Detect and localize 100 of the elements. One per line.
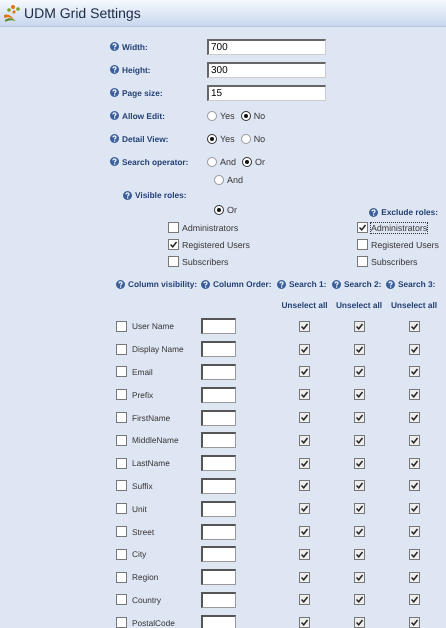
order-field[interactable]: [201, 569, 236, 586]
checkbox[interactable]: [408, 480, 420, 492]
order-field[interactable]: [201, 386, 236, 403]
unselect-all-link[interactable]: Unselect all: [390, 300, 438, 310]
checkbox[interactable]: [116, 320, 127, 332]
order-field[interactable]: [201, 500, 236, 517]
checkbox[interactable]: [299, 617, 310, 628]
checkbox[interactable]: [354, 412, 364, 424]
help-icon[interactable]: [332, 280, 341, 288]
checkbox[interactable]: [354, 526, 364, 538]
checkbox[interactable]: [116, 480, 127, 492]
order-field[interactable]: [201, 546, 236, 562]
checkbox[interactable]: [408, 617, 420, 628]
checkbox[interactable]: [116, 526, 127, 538]
checkbox[interactable]: [357, 239, 368, 250]
checkbox[interactable]: [116, 412, 127, 424]
radio-option[interactable]: No: [240, 134, 266, 144]
checkbox[interactable]: [408, 412, 420, 424]
checkbox[interactable]: [354, 594, 364, 606]
checkbox[interactable]: [116, 503, 127, 514]
order-field[interactable]: [201, 524, 236, 540]
checkbox[interactable]: [299, 572, 310, 583]
checkbox[interactable]: [116, 548, 127, 560]
checkbox[interactable]: [116, 366, 127, 378]
checkbox[interactable]: [116, 434, 127, 446]
checkbox[interactable]: [354, 366, 364, 378]
help-icon[interactable]: [386, 280, 395, 288]
checkbox[interactable]: [299, 594, 310, 606]
checkbox[interactable]: [357, 256, 368, 267]
order-field[interactable]: [201, 341, 236, 358]
checkbox[interactable]: [299, 320, 310, 332]
radio-option[interactable]: And: [207, 156, 236, 166]
order-field[interactable]: [201, 318, 236, 334]
order-field[interactable]: [201, 432, 236, 448]
help-icon[interactable]: [110, 157, 119, 166]
checkbox[interactable]: [354, 434, 364, 446]
help-icon[interactable]: [110, 111, 119, 120]
checkbox[interactable]: [408, 503, 420, 514]
checkbox[interactable]: [408, 434, 420, 446]
checkbox[interactable]: [408, 548, 420, 560]
checkbox[interactable]: [116, 572, 127, 583]
checkbox[interactable]: [408, 458, 420, 469]
checkbox[interactable]: [354, 617, 364, 628]
checkbox[interactable]: [357, 222, 368, 233]
help-icon[interactable]: [110, 134, 119, 143]
checkbox[interactable]: [354, 548, 364, 560]
checkbox[interactable]: [299, 434, 310, 446]
checkbox[interactable]: [116, 458, 127, 469]
checkbox[interactable]: [299, 480, 310, 492]
checkbox[interactable]: [354, 344, 364, 355]
checkbox[interactable]: [408, 344, 420, 355]
input-field[interactable]: 15: [207, 84, 326, 100]
checkbox[interactable]: [354, 320, 364, 332]
checkbox[interactable]: [168, 222, 179, 233]
order-field[interactable]: [201, 592, 236, 608]
checkbox[interactable]: [408, 389, 420, 400]
checkbox[interactable]: [116, 617, 127, 628]
checkbox[interactable]: [354, 480, 364, 492]
checkbox[interactable]: [299, 458, 310, 469]
checkbox[interactable]: [408, 366, 420, 378]
checkbox[interactable]: [299, 503, 310, 514]
order-field[interactable]: [201, 455, 236, 472]
checkbox[interactable]: [299, 526, 310, 538]
radio-option[interactable]: Or: [214, 205, 244, 215]
checkbox[interactable]: [408, 572, 420, 583]
radio-option[interactable]: And: [214, 175, 244, 185]
checkbox[interactable]: [299, 366, 310, 378]
radio-option[interactable]: Yes: [207, 134, 235, 144]
checkbox[interactable]: [408, 320, 420, 332]
input-field[interactable]: 700: [207, 38, 326, 54]
checkbox[interactable]: [299, 389, 310, 400]
input-field[interactable]: 300: [207, 62, 326, 78]
help-icon[interactable]: [277, 280, 286, 288]
checkbox[interactable]: [408, 526, 420, 538]
radio-option[interactable]: Yes: [207, 110, 235, 120]
checkbox[interactable]: [116, 594, 127, 606]
checkbox[interactable]: [354, 389, 364, 400]
checkbox[interactable]: [299, 344, 310, 355]
order-field[interactable]: [201, 478, 236, 494]
checkbox[interactable]: [168, 239, 179, 250]
checkbox[interactable]: [116, 344, 127, 355]
help-icon[interactable]: [110, 42, 119, 51]
checkbox[interactable]: [168, 256, 179, 267]
help-icon[interactable]: [201, 280, 210, 288]
checkbox[interactable]: [354, 458, 364, 469]
checkbox[interactable]: [354, 503, 364, 514]
checkbox[interactable]: [299, 548, 310, 560]
radio-option[interactable]: No: [240, 110, 266, 120]
unselect-all-link[interactable]: Unselect all: [336, 300, 382, 310]
help-icon[interactable]: [110, 65, 119, 74]
checkbox[interactable]: [116, 389, 127, 400]
checkbox[interactable]: [408, 594, 420, 606]
order-field[interactable]: [201, 614, 236, 628]
radio-option[interactable]: Or: [242, 156, 266, 166]
help-icon[interactable]: [123, 190, 132, 200]
checkbox[interactable]: [354, 572, 364, 583]
help-icon[interactable]: [369, 208, 378, 216]
order-field[interactable]: [201, 364, 236, 380]
order-field[interactable]: [201, 410, 236, 426]
unselect-all-link[interactable]: Unselect all: [281, 300, 328, 310]
